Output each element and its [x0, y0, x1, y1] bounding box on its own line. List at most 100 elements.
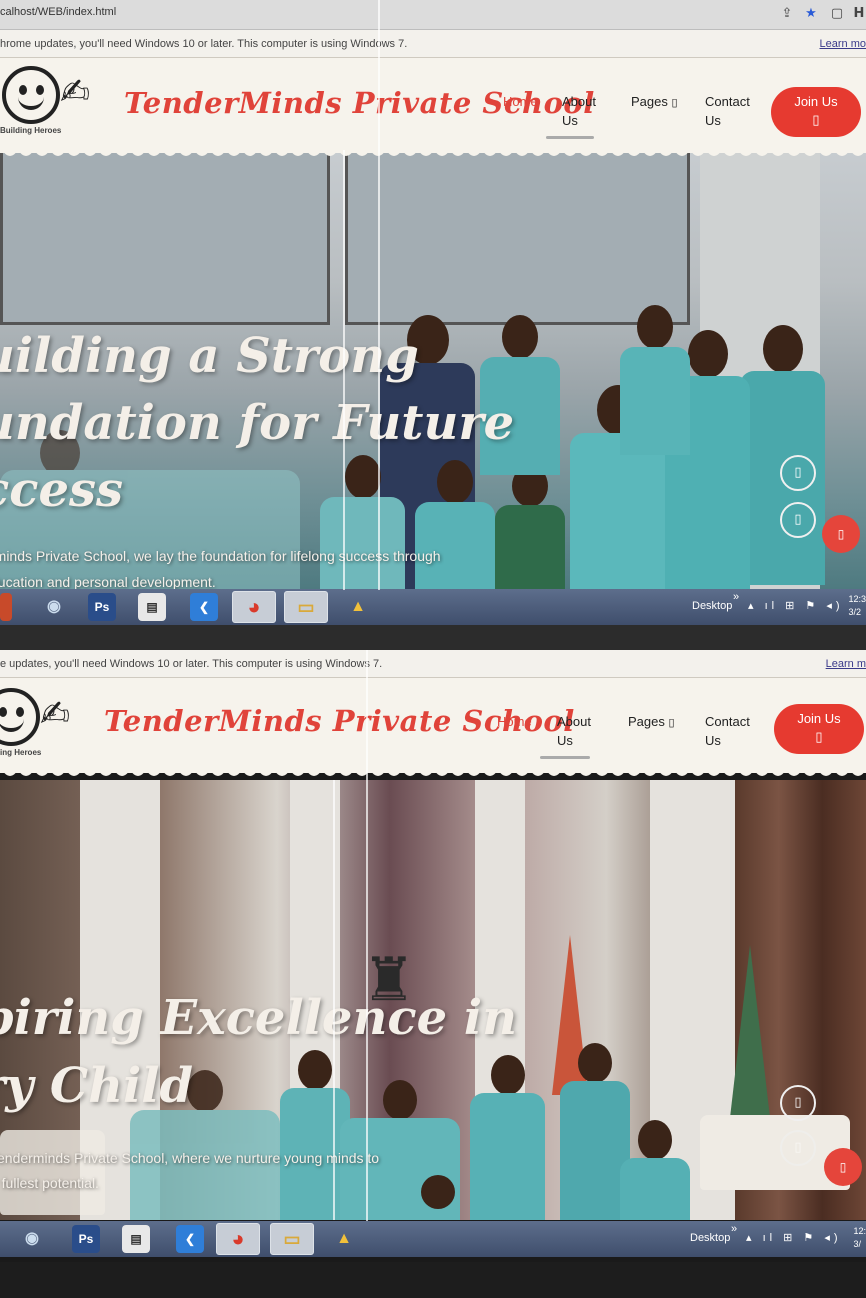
update-notice-bar: hrome updates, you'll need Windows 10 or…	[0, 30, 866, 58]
update-notice-text: e updates, you'll need Windows 10 or lat…	[0, 658, 383, 670]
clock[interactable]: 12: 3/	[853, 1225, 866, 1251]
join-us-button[interactable]: Join Us ▯	[771, 87, 861, 137]
screen-artifact-line	[333, 780, 335, 1220]
screen-artifact-line	[366, 650, 368, 1221]
hero-subtitle: rminds Private School, we lay the founda…	[0, 548, 441, 564]
logo-tagline: ing Heroes	[0, 748, 42, 757]
table-lamp	[0, 1130, 105, 1215]
globe-icon[interactable]: ◉	[18, 1225, 46, 1253]
nav-contact[interactable]: Contact Us	[705, 92, 765, 130]
hero-title-line: uilding a Strong	[0, 328, 419, 384]
nav-pages-dropdown[interactable]: Pages ▯	[631, 92, 691, 113]
background-window	[0, 150, 330, 325]
desktop-toolbar-label[interactable]: Desktop	[692, 600, 732, 612]
system-tray[interactable]: ▴ ıl ⊞ ⚑ ◂)	[746, 1231, 842, 1244]
url-text[interactable]: calhost/WEB/index.html	[0, 6, 116, 18]
site-navbar: ✍ ing Heroes TenderMinds Private School …	[0, 678, 866, 776]
hero-title-line: ry Child	[0, 1058, 194, 1114]
slide-prev-button[interactable]: ▯	[780, 455, 816, 491]
join-us-button[interactable]: Join Us ▯	[774, 704, 864, 754]
screen-artifact-line	[378, 0, 380, 590]
nav-about[interactable]: About Us	[562, 92, 622, 130]
monitor-bezel	[0, 1262, 866, 1298]
document-icon[interactable]: ▤	[122, 1225, 150, 1253]
scalloped-edge	[0, 146, 866, 156]
back-to-top-button[interactable]: ▯	[822, 515, 860, 553]
learn-more-link[interactable]: Learn mo	[820, 38, 866, 50]
update-notice-bar: e updates, you'll need Windows 10 or lat…	[0, 650, 866, 678]
join-icon: ▯	[815, 729, 823, 744]
school-logo[interactable]: ✍ ing Heroes	[0, 682, 100, 760]
update-notice-text: hrome updates, you'll need Windows 10 or…	[0, 38, 408, 50]
screen-artifact-line	[343, 150, 345, 590]
file-explorer-icon[interactable]: ▭	[270, 1223, 314, 1255]
flag	[728, 945, 772, 1135]
dropdown-icon: ▯	[668, 717, 675, 729]
hero-slide-2: ♜ piring Excellence in ry Child Tendermi…	[0, 780, 866, 1220]
scalloped-edge	[0, 766, 866, 776]
back-to-top-button[interactable]: ▯	[824, 1148, 862, 1186]
clock[interactable]: 12:3 3/2	[848, 593, 866, 619]
windows-taskbar: ◉ Ps ▤ ❮ ◕ ▭ ▲ Desktop » ▴ ıl ⊞ ⚑ ◂) 12:…	[0, 1221, 866, 1257]
nav-active-indicator	[546, 136, 594, 139]
nav-pages-dropdown[interactable]: Pages ▯	[628, 712, 688, 733]
drive-icon[interactable]: ▲	[344, 593, 372, 621]
nav-contact[interactable]: Contact Us	[705, 712, 765, 750]
student-figure	[495, 465, 565, 590]
slide-next-button[interactable]: ▯	[780, 1130, 816, 1166]
school-logo[interactable]: ✍ Building Heroes	[0, 60, 120, 138]
start-icon[interactable]	[0, 593, 12, 621]
slide-next-button[interactable]: ▯	[780, 502, 816, 538]
learn-more-link[interactable]: Learn m	[826, 658, 866, 670]
chevron-right-icon[interactable]: »	[731, 1223, 737, 1235]
file-explorer-icon[interactable]: ▭	[284, 591, 328, 623]
hero-title-line: undation for Future	[0, 395, 515, 451]
vscode-icon[interactable]: ❮	[190, 593, 218, 621]
logo-tagline: Building Heroes	[0, 126, 62, 135]
photo-screen-bottom: e updates, you'll need Windows 10 or lat…	[0, 650, 866, 1262]
background-window	[345, 150, 690, 325]
photo-screen-top: calhost/WEB/index.html ⇪ ★ ▢ H hrome upd…	[0, 0, 866, 625]
browser-address-bar[interactable]: calhost/WEB/index.html ⇪ ★ ▢ H	[0, 0, 866, 30]
writing-hand-icon: ✍	[60, 72, 91, 113]
hero-subtitle: ir fullest potential.	[0, 1175, 99, 1191]
nav-home[interactable]: Home	[503, 92, 563, 111]
drive-icon[interactable]: ▲	[330, 1225, 358, 1253]
hero-title-line: piring Excellence in	[0, 990, 517, 1046]
smiley-icon	[2, 66, 60, 124]
student-figure	[470, 1055, 545, 1220]
photoshop-icon[interactable]: Ps	[88, 593, 116, 621]
system-tray[interactable]: ▴ ıl ⊞ ⚑ ◂)	[748, 599, 844, 612]
hero-subtitle: ducation and personal development.	[0, 574, 216, 590]
student-figure	[415, 460, 495, 590]
nav-active-indicator	[540, 756, 590, 759]
student-figure	[740, 325, 825, 585]
student-figure	[620, 1120, 690, 1220]
chevron-right-icon[interactable]: »	[733, 591, 739, 603]
photoshop-icon[interactable]: Ps	[72, 1225, 100, 1253]
writing-hand-icon: ✍	[40, 694, 71, 735]
site-navbar: ✍ Building Heroes TenderMinds Private Sc…	[0, 58, 866, 156]
chrome-icon[interactable]: ◕	[216, 1223, 260, 1255]
profile-avatar[interactable]: H	[850, 5, 866, 23]
star-icon[interactable]: ★	[802, 5, 820, 23]
student-figure	[320, 455, 405, 590]
chrome-icon[interactable]: ◕	[232, 591, 276, 623]
hero-title-line: ccess	[0, 462, 124, 518]
nav-home[interactable]: Home	[497, 712, 557, 731]
window-icon[interactable]: ▢	[828, 5, 846, 23]
globe-icon[interactable]: ◉	[40, 593, 68, 621]
windows-taskbar: ◉ Ps ▤ ❮ ◕ ▭ ▲ Desktop » ▴ ıl ⊞ ⚑ ◂) 12:…	[0, 589, 866, 625]
nav-about[interactable]: About Us	[557, 712, 617, 750]
hero-subtitle: Tenderminds Private School, where we nur…	[0, 1150, 380, 1166]
student-figure	[620, 305, 690, 455]
desktop-toolbar-label[interactable]: Desktop	[690, 1232, 730, 1244]
slide-prev-button[interactable]: ▯	[780, 1085, 816, 1121]
student-figure	[405, 1175, 470, 1220]
hero-slide-1: uilding a Strong undation for Future cce…	[0, 150, 866, 590]
vscode-icon[interactable]: ❮	[176, 1225, 204, 1253]
document-icon[interactable]: ▤	[138, 593, 166, 621]
smiley-icon	[0, 688, 40, 746]
share-icon[interactable]: ⇪	[778, 5, 796, 23]
dropdown-icon: ▯	[671, 97, 678, 109]
